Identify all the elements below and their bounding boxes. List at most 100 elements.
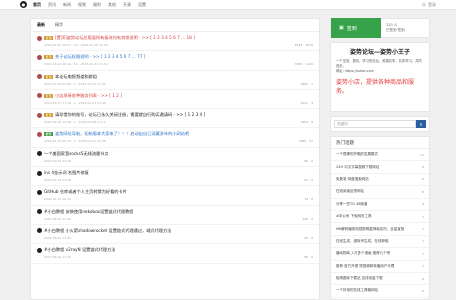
nav-item-info[interactable]: 资讯 [48,2,56,8]
hot-topic-title[interactable]: 24H 中文字幕视频下载网站 [336,165,420,170]
hot-topic-title[interactable]: 在线生成、虚拟号生成、在线获取 [336,239,420,244]
checkin-label: 签到 [346,25,357,32]
site-url[interactable]: 网址: https://zstwz.com [336,69,424,74]
topic-title[interactable]: #小白教程 小火箭shadowrocket 设置链式代理通过，域式代理方法 [44,228,171,234]
tab-latest[interactable]: 最新 [37,22,45,28]
hot-topic-item[interactable]: 一个好用的在线工具箱网站 6 [331,285,429,298]
nav-item-settings[interactable]: 设置 [138,2,146,8]
hot-topic-item[interactable]: 24H 中文字幕视频下载网站 8 [331,161,429,174]
topic-line: 置顶 请珍惜你的账号，论坛已永久关闭注册，需要就自行购买邀请码 · >> [ 1 … [37,111,313,119]
checkin-card: ▣ 签到 220 人 已签到 签到 [330,18,430,38]
hot-topic-item[interactable]: #本公司 下免网页工具 7 [331,211,429,224]
hot-topic-item[interactable]: 在线生成、虚拟号生成、在线获取 7 [331,236,429,249]
topic-title[interactable]: #小白教程 v2rayN 设置链式代理方法 [44,247,115,253]
topic-row[interactable]: 置顶 请珍惜你的账号，论坛已永久关闭注册，需要就自行购买邀请码 · >> [ 1 … [31,109,319,129]
topic-stats: 1021 4 [300,101,313,105]
site-description: 一个交流、提问、学习的论坛。资源共享，共享学习，共同进步。 [336,59,422,68]
hot-topic-item[interactable]: M6解码播放电视剧明星神秘实时，全量宣扬 7 [331,223,429,236]
topic-row[interactable]: 置顶 [置顶]姿势论坛总版面所有板块均有其他说明 · >> [ 1 2 3 4 5… [31,32,319,52]
topic-tabs: 最新 精华 [31,19,319,32]
view-count: 1862 [300,81,309,86]
topic-row[interactable]: 置顶 本论坛电报频道和群组 2023-11-20 21:06 · 1 · 2023-… [31,71,319,90]
view-count: 106 [302,216,309,221]
topic-title[interactable]: 关于论坛权限说明 · >> [ 1 2 3 4 5 6 7 ... 77 ] [55,54,145,60]
topic-row[interactable]: GitHub 仓库或者个人主页转换为好看的卡片 2022-07-11 10:20 7… [31,186,319,206]
nav-item-video[interactable]: 视频 [78,2,86,8]
topic-meta: 2022-07-14 14:16 [44,178,72,183]
hot-topic-title[interactable]: 分享一些TG 48频道 [336,202,420,207]
topic-title[interactable]: GitHub 仓库或者个人主页转换为好看的卡片 [44,189,127,195]
tab-featured[interactable]: 精华 [55,22,63,28]
shop-promo[interactable]: 姿势小店，提供各种商品和服务。 [336,78,424,96]
hot-topic-title[interactable]: 免登录 网盘搜索网站 [336,177,420,182]
topic-line: 推荐 姿势网址导航，初始版本大家来了！！！启动出自己深藏多年的小网站吧 [37,130,313,138]
avatar[interactable] [37,189,42,195]
hot-topic-title[interactable]: 一个好用的在线工具箱网站 [336,288,420,293]
avatar[interactable] [37,209,42,215]
topic-meta: 2022-12-10 10:07 · 10 · 2024-12-10 11:29 [44,43,108,47]
avatar[interactable] [37,54,42,60]
site-logo[interactable]: ● [20,1,27,8]
nav-item-home[interactable]: 首页 [33,2,41,8]
topic-title[interactable]: #小白教程 安装使用nekobox设置链式代理教程 [44,209,133,215]
hot-topic-title[interactable]: 一个很棒的开箱的发展模式 [336,152,418,157]
nav-item-welfare[interactable]: 福利 [93,2,101,8]
avatar[interactable] [37,112,42,118]
nav-item-news[interactable]: 新闻 [63,2,71,8]
topic-row[interactable]: 一个美国家宽socks5无线流量节点 2022-10-15 13:16 66 0 [31,148,319,168]
hot-topic-title[interactable]: 极简图标下载站 支持批量下载 [336,276,420,281]
topic-title[interactable]: ins 4金示词 名图片修复 [44,170,89,176]
hot-topic-title[interactable]: M6解码播放电视剧明星神秘实时，全量宣扬 [336,227,420,232]
avatar[interactable] [37,74,42,80]
avatar[interactable] [37,151,42,157]
hot-topic-item[interactable]: 极简图标下载站 支持批量下载 6 [331,273,429,286]
topic-row[interactable]: 置顶 小店承接各种服务列表 · >> [ 1 2 ] 2023-07-17 17:1… [31,90,319,110]
hot-topic-item[interactable]: 一个很棒的开箱的发展模式 11 [331,149,429,162]
search-input[interactable]: 关键词 [334,120,416,128]
hot-topic-item[interactable]: 推荐 官方开源 短视频和转播用户代理 7 [331,261,429,273]
topic-row[interactable]: 置顶 关于论坛权限说明 · >> [ 1 2 3 4 5 6 7 ... 77 ]… [31,51,319,71]
hot-topic-item[interactable]: 免登录 网盘搜索网站 8 [331,174,429,187]
topic-line: #小白教程 安装使用nekobox设置链式代理教程 [37,208,313,216]
nav-item-other[interactable]: 其他 [108,2,116,8]
login-link[interactable]: ☺ 登录 [422,2,436,8]
topic-title[interactable]: 姿势网址导航，初始版本大家来了！！！启动出自己深藏多年的小网站吧 [55,131,189,137]
topic-title[interactable]: 本论坛电报频道和群组 [55,74,97,80]
avatar[interactable] [37,131,42,137]
topic-stats: 85 0 [304,255,313,259]
search-button[interactable]: ⚲ [416,120,426,128]
hot-topic-count: 11 [420,152,424,157]
topic-row[interactable]: #小白教程 小火箭shadowrocket 设置链式代理通过，域式代理方法 202… [31,225,319,245]
topic-row[interactable]: #小白教程 安装使用nekobox设置链式代理教程 2022-06-22 11:4… [31,206,319,225]
topic-row[interactable]: 推荐 姿势网址导航，初始版本大家来了！！！启动出自己深藏多年的小网站吧 2022-1… [31,128,319,148]
hot-topic-item[interactable]: 播动物库_1万多个漫画 推荐几个吧 7 [331,248,429,261]
topic-stats: 74 0 [304,197,313,201]
hot-topic-count: 8 [422,177,424,182]
reply-count: 0 [311,235,313,240]
hot-topic-count: 7 [422,264,424,269]
topic-row[interactable]: ins 4金示词 名图片修复 2022-07-14 14:16 87 0 [31,167,319,187]
hot-topic-item[interactable]: 在线阅读反馈网站 8 [331,186,429,199]
avatar[interactable] [37,228,42,234]
topic-title[interactable]: 小店承接各种服务列表 · >> [ 1 2 ] [55,93,122,99]
avatar[interactable] [37,35,42,41]
hot-topic-item[interactable]: 分享一些TG 48频道 8 [331,199,429,211]
avatar[interactable] [37,93,42,99]
user-icon: ☺ [421,2,426,7]
checkin-button[interactable]: ▣ 签到 [331,18,381,38]
topic-stats: 1862 7 [300,82,313,86]
topic-meta: 2022-06-22 11:49 [44,216,72,221]
hot-topic-title[interactable]: #本公司 下免网页工具 [336,214,420,219]
avatar[interactable] [37,247,42,253]
hot-topic-title[interactable]: 在线阅读反馈网站 [336,189,420,194]
topic-title[interactable]: [置顶]姿势论坛总版面所有板块均有其他说明 · >> [ 1 2 3 4 5 6… [55,35,195,41]
topic-row[interactable]: #小白教程 v2rayN 设置链式代理方法 2022-06-22 11:40 85 0 [31,244,319,264]
hot-topic-title[interactable]: 播动物库_1万多个漫画 推荐几个吧 [336,251,420,256]
reply-count: 0 [311,255,313,260]
avatar[interactable] [37,170,42,176]
topic-title[interactable]: 请珍惜你的账号，论坛已永久关闭注册，需要就自行购买邀请码 · >> [ 1 2 … [55,112,205,118]
nav-item-opensource[interactable]: 开源 [123,2,131,8]
checkin-status: 已签到 签到 [386,28,405,32]
topic-title[interactable]: 一个美国家宽socks5无线流量节点 [44,151,109,157]
hot-topic-title[interactable]: 推荐 官方开源 短视频和转播用户代理 [336,264,420,269]
